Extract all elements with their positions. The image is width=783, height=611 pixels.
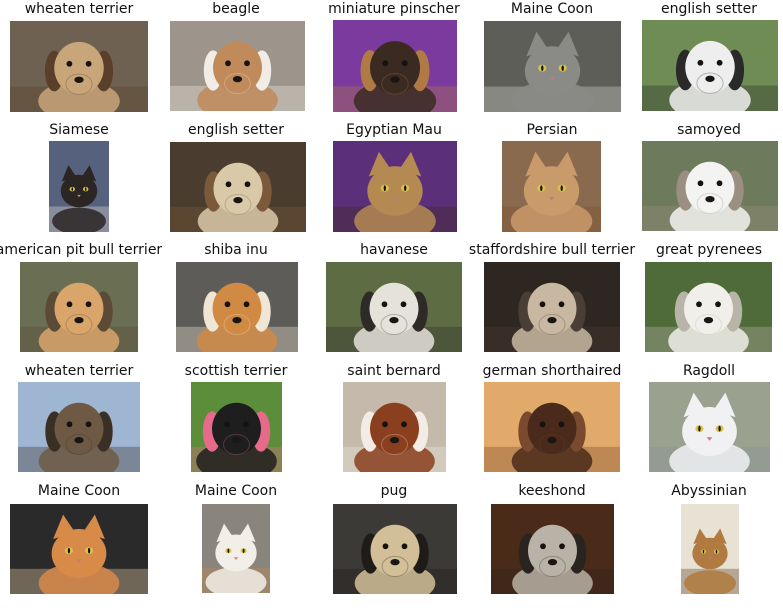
dog-photo	[642, 141, 778, 231]
cat-photo	[333, 141, 457, 232]
dog-photo	[333, 20, 457, 112]
image-caption: samoyed	[677, 122, 741, 138]
image-caption: english setter	[660, 1, 758, 17]
image-caption: great pyrenees	[655, 242, 763, 258]
dog-photo	[333, 504, 457, 594]
cat-photo	[649, 382, 770, 472]
dog-photo	[191, 382, 282, 472]
dog-photo	[20, 262, 138, 352]
dog-photo	[10, 21, 148, 112]
cat-photo	[484, 21, 621, 112]
cat-photo	[49, 141, 109, 232]
cat-photo	[681, 504, 739, 594]
image-caption: Abyssinian	[671, 483, 747, 499]
cat-photo	[502, 141, 601, 232]
dog-photo	[645, 262, 772, 352]
dog-photo	[176, 262, 298, 352]
cat-photo	[202, 504, 270, 593]
dog-photo	[170, 142, 306, 232]
dog-photo	[484, 262, 620, 352]
dog-photo	[18, 382, 140, 472]
dog-photo	[170, 21, 305, 111]
dog-photo	[343, 382, 446, 472]
dog-photo	[642, 20, 778, 111]
dog-photo	[484, 382, 620, 472]
image-caption: Ragdoll	[682, 363, 736, 379]
dog-photo	[491, 504, 614, 594]
cat-photo	[10, 504, 148, 594]
dog-photo	[326, 262, 462, 352]
